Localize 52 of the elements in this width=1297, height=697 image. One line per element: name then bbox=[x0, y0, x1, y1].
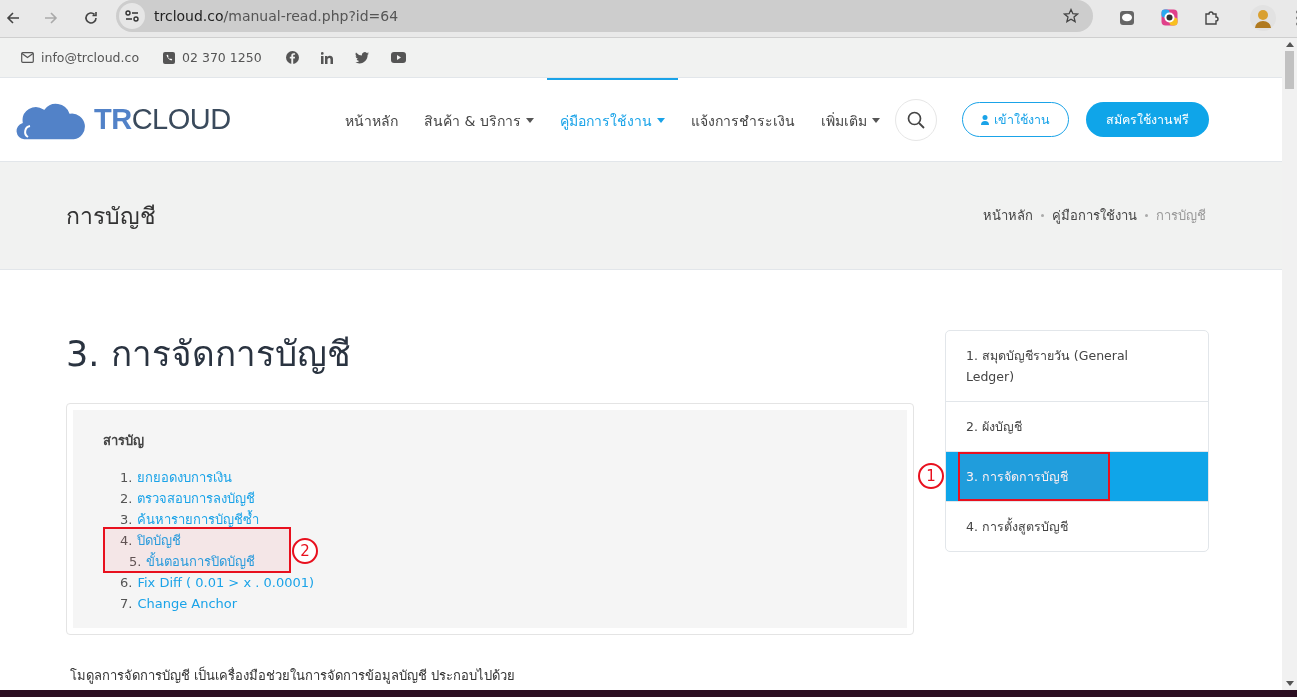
color-ring-icon[interactable] bbox=[1161, 9, 1178, 26]
sidebar-item[interactable]: 4. การตั้งสูตรบัญชี bbox=[946, 502, 1208, 551]
nav-link[interactable]: แจ้งการชำระเงิน bbox=[677, 78, 808, 161]
sidebar-item[interactable]: 1. สมุดบัญชีรายวัน (General Ledger) bbox=[946, 331, 1208, 401]
callout-number: 1 bbox=[918, 463, 944, 489]
chat-extension-icon[interactable] bbox=[1119, 9, 1135, 26]
scroll-thumb[interactable] bbox=[1285, 51, 1294, 89]
star-icon[interactable] bbox=[1063, 7, 1079, 24]
nav-link[interactable]: หน้าหลัก bbox=[332, 78, 411, 161]
breadcrumb-link[interactable]: หน้าหลัก bbox=[983, 205, 1033, 226]
intro-text: โมดูลการจัดการบัญชี เป็นเครื่องมือช่วยในการจัดการข้อมูลบัญชี ประกอบไปด้วย bbox=[70, 665, 517, 686]
caret-icon bbox=[525, 118, 534, 123]
page-title: การบัญชี bbox=[66, 201, 156, 231]
sidebar-item[interactable]: 2. ผังบัญชี bbox=[946, 402, 1208, 451]
list-number: 2. bbox=[120, 491, 133, 506]
phone-text: 02 370 1250 bbox=[182, 50, 262, 65]
twitter-icon[interactable] bbox=[354, 51, 369, 64]
list-number: 1. bbox=[120, 470, 133, 485]
caret-icon bbox=[871, 118, 880, 123]
caret-icon bbox=[656, 118, 665, 123]
email-text: info@trcloud.co bbox=[41, 50, 140, 65]
list-number: 4. bbox=[120, 533, 133, 548]
linkedin-icon[interactable] bbox=[320, 51, 333, 64]
reload-icon[interactable] bbox=[84, 10, 98, 25]
list-number: 7. bbox=[120, 596, 133, 611]
nav-link[interactable]: สินค้า & บริการ bbox=[411, 78, 547, 161]
scroll-up-icon[interactable] bbox=[1285, 42, 1294, 47]
phone-icon bbox=[163, 51, 176, 64]
article-title: 3. การจัดการบัญชี bbox=[66, 333, 352, 376]
list-number: 5. bbox=[129, 554, 142, 569]
search-icon bbox=[906, 110, 925, 129]
callout-number: 2 bbox=[292, 538, 318, 564]
user-icon bbox=[980, 114, 989, 125]
breadcrumb-link[interactable]: คู่มือการใช้งาน bbox=[1052, 205, 1137, 226]
youtube-icon[interactable] bbox=[390, 52, 406, 63]
separator-dot bbox=[1041, 214, 1044, 217]
separator-dot bbox=[1145, 214, 1148, 217]
logo-text[interactable]: TRCLOUD bbox=[94, 103, 231, 136]
profile-avatar-icon[interactable] bbox=[1250, 4, 1276, 31]
nav-link[interactable]: เพิ่มเติม bbox=[807, 78, 893, 161]
extensions-icon[interactable] bbox=[1204, 9, 1220, 26]
url-text: trcloud.co/manual-read.php?id=64 bbox=[154, 7, 400, 24]
back-icon[interactable] bbox=[6, 10, 20, 25]
facebook-icon[interactable] bbox=[285, 51, 299, 64]
mail-icon bbox=[21, 52, 34, 63]
toc-heading: สารบัญ bbox=[103, 432, 145, 451]
address-bar[interactable]: trcloud.co/manual-read.php?id=64 bbox=[116, 0, 1093, 32]
scroll-down-icon[interactable] bbox=[1285, 681, 1294, 686]
list-number: 6. bbox=[120, 575, 133, 590]
list-number: 3. bbox=[120, 512, 133, 527]
site-settings-icon[interactable] bbox=[119, 2, 145, 29]
scrollbar[interactable] bbox=[1282, 38, 1297, 690]
